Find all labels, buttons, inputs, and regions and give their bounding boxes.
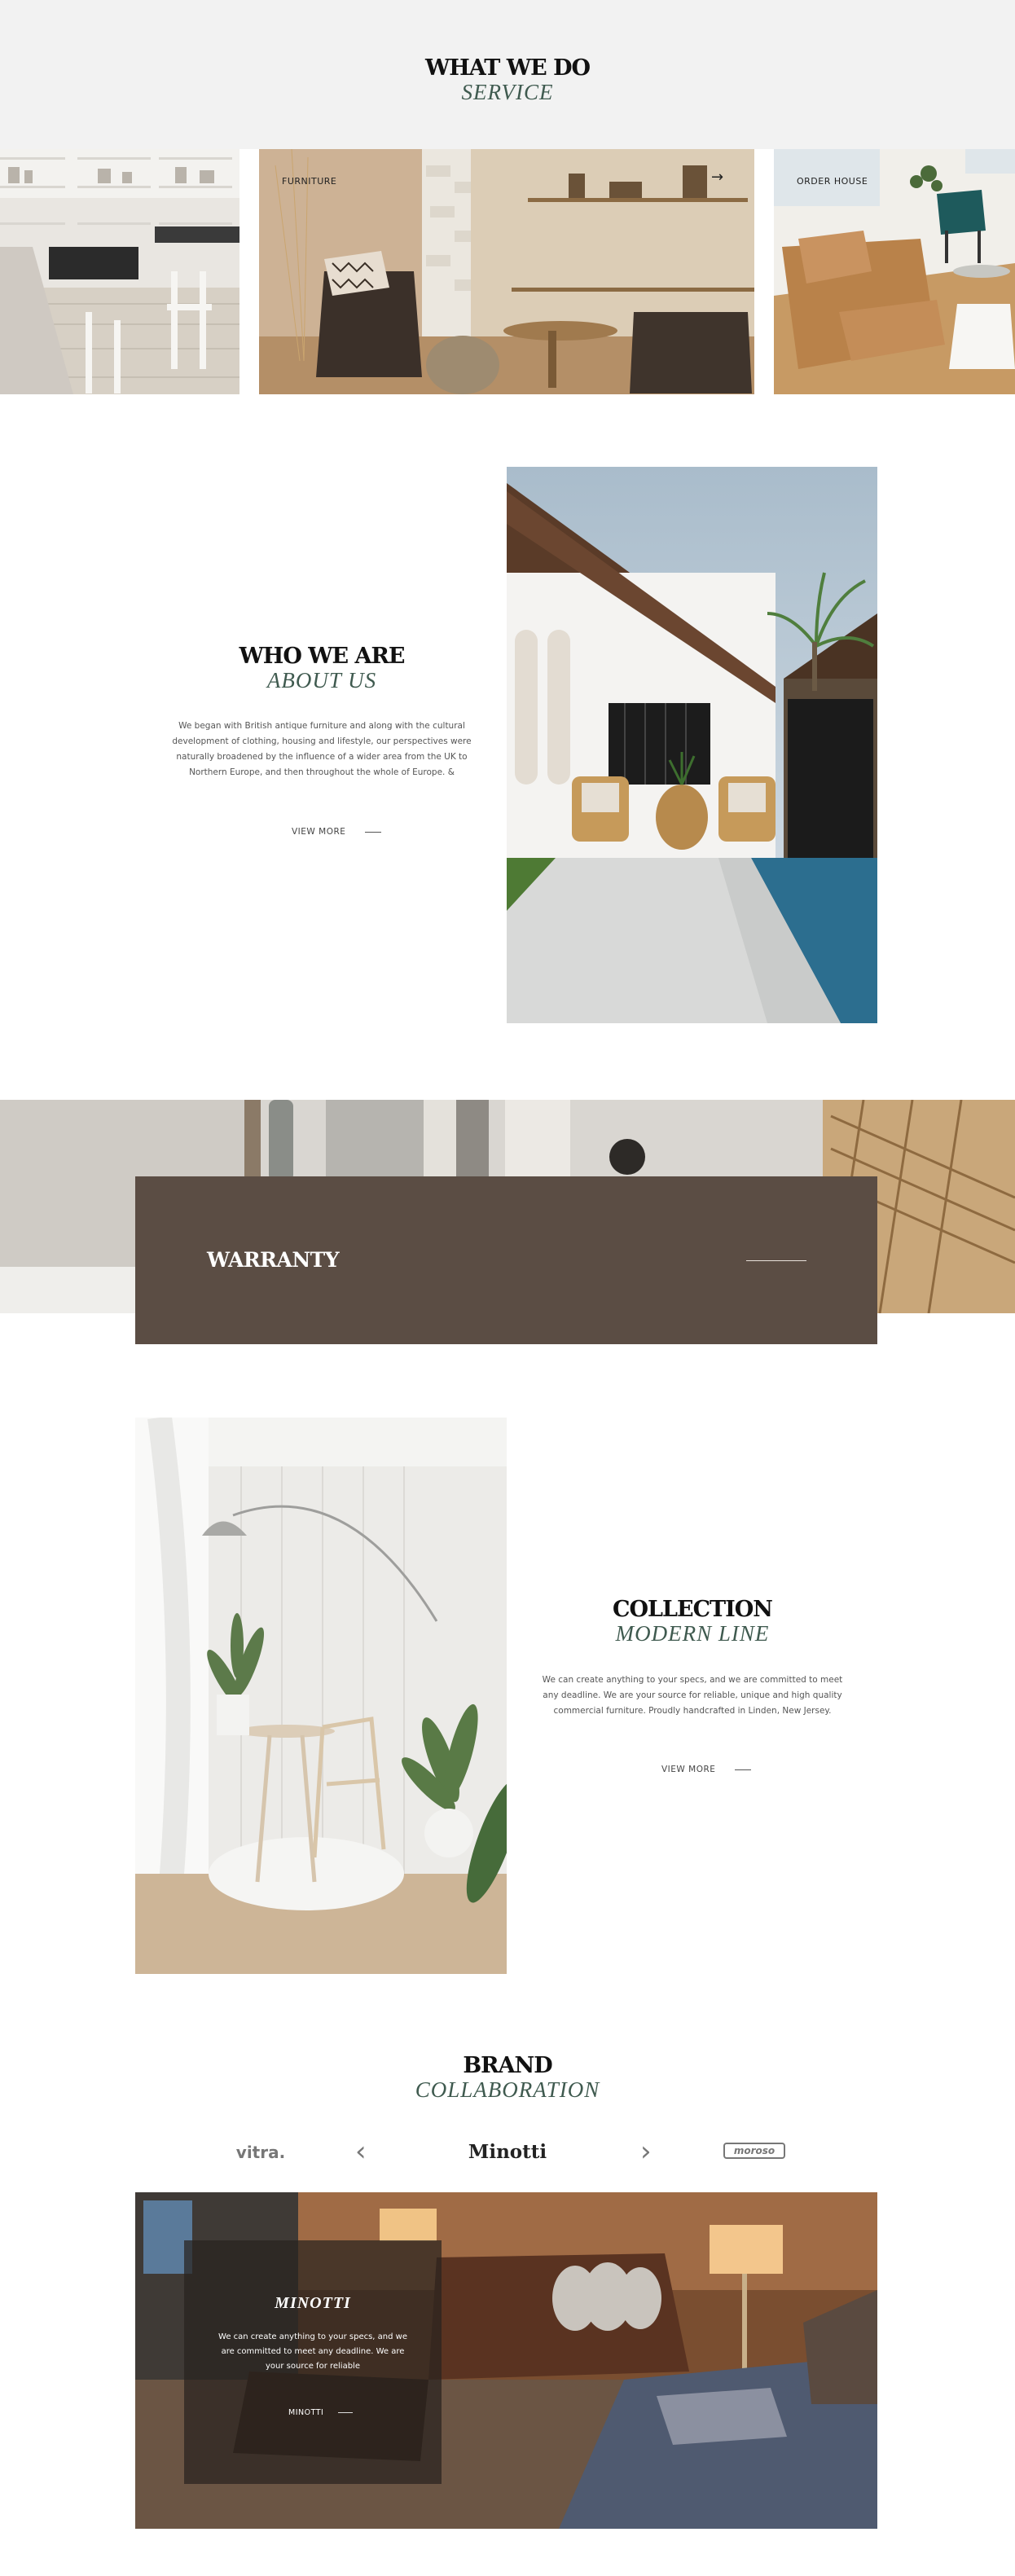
feature-more-link[interactable]: MINOTTI bbox=[288, 2408, 354, 2417]
feature-line: your source for reliable bbox=[266, 2362, 360, 2371]
about-line: development of clothing, housing and lif… bbox=[172, 736, 472, 746]
about-us-subtitle: ABOUT US bbox=[266, 668, 377, 692]
feature-paragraph: We can create anything to your specs, an… bbox=[184, 2330, 442, 2374]
collection-view-more-link[interactable]: VIEW MORE bbox=[661, 1765, 752, 1774]
brand-logo-minotti[interactable]: Minotti bbox=[440, 2141, 575, 2163]
service-tile-order-house[interactable]: ORDER HOUSE bbox=[774, 149, 1015, 394]
section-title: WHAT WE DO bbox=[424, 55, 591, 81]
feature-line: are committed to meet any deadline. We a… bbox=[221, 2347, 405, 2356]
about-view-more-link[interactable]: VIEW MORE bbox=[292, 827, 382, 837]
tile-label-order-house: ORDER HOUSE bbox=[797, 176, 868, 187]
arrow-right-icon[interactable]: → bbox=[711, 169, 724, 186]
warranty-card[interactable]: WARRANTY bbox=[135, 1176, 877, 1344]
about-line: We began with British antique furniture … bbox=[178, 721, 465, 731]
dash-line-icon bbox=[735, 1769, 752, 1770]
about-line: Northern Europe, and then throughout the… bbox=[189, 767, 455, 777]
collection-line: commercial furniture. Proudly handcrafte… bbox=[553, 1706, 832, 1716]
who-we-are-title: WHO WE ARE bbox=[239, 644, 405, 669]
what-we-do-section: WHAT WE DO SERVICE bbox=[0, 0, 1015, 149]
modern-line-subtitle: MODERN LINE bbox=[615, 1621, 770, 1646]
collection-photo bbox=[135, 1418, 507, 1974]
warranty-title: WARRANTY bbox=[207, 1248, 340, 1272]
chevron-left-icon[interactable]: ‹ bbox=[355, 2138, 367, 2165]
feature-line: We can create anything to your specs, an… bbox=[218, 2332, 407, 2341]
brand-logo-moroso[interactable]: moroso bbox=[723, 2143, 785, 2159]
service-tile-shelving[interactable] bbox=[0, 149, 239, 394]
about-paragraph: We began with British antique furniture … bbox=[163, 719, 481, 780]
chevron-right-icon[interactable]: › bbox=[640, 2138, 652, 2165]
brand-title: BRAND bbox=[463, 2053, 552, 2078]
collection-title: COLLECTION bbox=[613, 1597, 773, 1622]
villa-image bbox=[507, 467, 877, 1023]
feature-more-label[interactable]: MINOTTI bbox=[288, 2408, 323, 2417]
warranty-line-icon bbox=[746, 1260, 806, 1261]
view-more-label[interactable]: VIEW MORE bbox=[292, 827, 345, 837]
collection-paragraph: We can create anything to your specs, an… bbox=[529, 1673, 855, 1719]
about-line: naturally broadened by the influence of … bbox=[176, 752, 468, 762]
tile-label-furniture: FURNITURE bbox=[282, 176, 337, 187]
section-subtitle: SERVICE bbox=[461, 80, 554, 104]
villa-photo bbox=[507, 467, 877, 1023]
dash-line-icon bbox=[338, 2412, 354, 2413]
dash-line-icon bbox=[365, 831, 382, 833]
collection-image bbox=[135, 1418, 507, 1974]
service-tile-furniture[interactable]: FURNITURE → bbox=[259, 149, 754, 394]
feature-brand-name: MINOTTI bbox=[275, 2294, 351, 2312]
view-more-label[interactable]: VIEW MORE bbox=[661, 1765, 715, 1774]
collection-line: We can create anything to your specs, an… bbox=[542, 1675, 843, 1685]
collection-line: any deadline. We are your source for rel… bbox=[543, 1690, 842, 1700]
brand-logo-vitra[interactable]: vitra. bbox=[212, 2143, 310, 2162]
collaboration-subtitle: COLLABORATION bbox=[415, 2077, 600, 2102]
minotti-feature-card: MINOTTI We can create anything to your s… bbox=[184, 2240, 442, 2484]
shelving-photo bbox=[0, 149, 239, 394]
